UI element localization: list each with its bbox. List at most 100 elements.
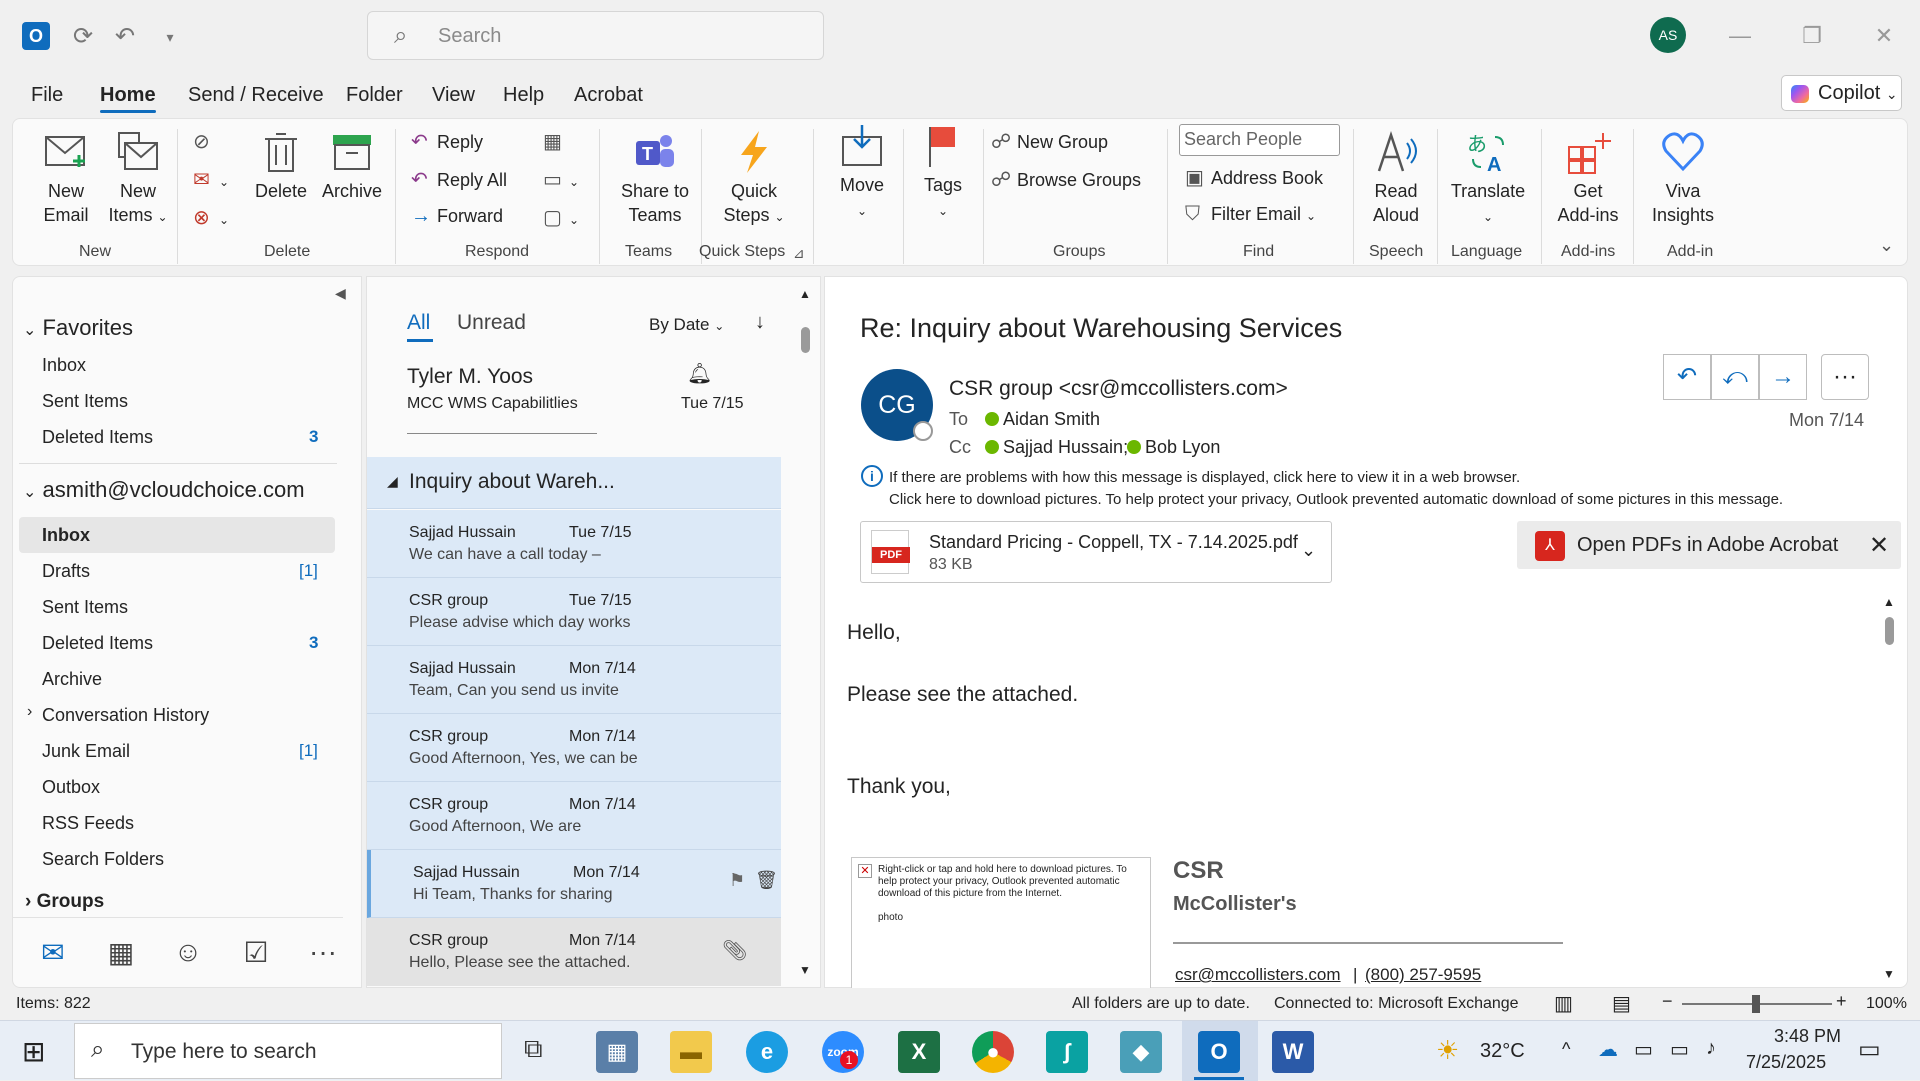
zoom-in-icon[interactable]: + [1836,991,1847,1012]
restore-icon[interactable]: ❐ [1792,16,1832,56]
cc-recipient-2[interactable]: Bob Lyon [1145,437,1220,458]
forward-action-button[interactable]: → [1759,354,1807,400]
collapse-pane-icon[interactable]: ◀ [335,285,346,302]
new-email-button[interactable]: New Email [33,129,99,227]
menu-view[interactable]: View [432,84,475,107]
edge-icon[interactable]: e [746,1031,788,1073]
calendar-icon[interactable]: ▦ [103,936,139,972]
folder-search-folders[interactable]: Search Folders [42,849,164,870]
translate-button[interactable]: あA Translate ⌄ [1445,129,1531,229]
chevron-down-icon[interactable]: ⌄ [1301,540,1316,561]
sort-dropdown[interactable]: By Date ⌄ [649,315,724,335]
viva-insights-button[interactable]: Viva Insights [1643,129,1723,227]
blocked-image[interactable]: ✕ Right-click or tap and hold here to do… [851,857,1151,989]
copilot-button[interactable]: Copilot ⌄ [1781,75,1902,111]
fav-deleted-items[interactable]: Deleted Items [42,427,153,448]
groups-header[interactable]: › Groups [25,891,104,913]
account-avatar[interactable]: AS [1650,17,1686,53]
delete-button[interactable]: Delete [251,129,311,203]
signature-email-link[interactable]: csr@mccollisters.com [1175,965,1341,985]
search-box[interactable]: ⌕ Search [367,11,824,60]
move-button[interactable]: Move ⌄ [827,123,897,223]
file-explorer-icon[interactable]: ▬ [670,1031,712,1073]
favorites-header[interactable]: ⌄ Favorites [23,315,133,341]
word-icon[interactable]: W [1272,1031,1314,1073]
reading-view-icon[interactable]: ▤ [1612,991,1631,1016]
menu-send-receive[interactable]: Send / Receive [188,84,324,107]
signature-phone-link[interactable]: (800) 257-9595 [1365,965,1481,985]
trash-icon[interactable]: 🗑︎ [755,870,778,891]
more-actions-button[interactable]: ··· [1821,354,1869,400]
reply-all-action-button[interactable]: ⤺ [1711,354,1759,400]
list-item[interactable]: Sajjad Hussain Mon 7/14 Team, Can you send… [367,646,781,714]
thread-header[interactable]: ◢ Inquiry about Wareh... [367,457,781,509]
info-banner-2[interactable]: Click here to download pictures. To help… [889,491,1783,508]
menu-home[interactable]: Home [100,84,156,107]
folder-outbox[interactable]: Outbox [42,777,100,798]
reply-action-button[interactable]: ↶ [1663,354,1711,400]
share-to-teams-button[interactable]: T Share to Teams [615,129,695,227]
more-respond-button[interactable]: ▢ ⌄ [543,205,579,230]
tags-button[interactable]: Tags ⌄ [911,123,975,223]
calculator-icon[interactable]: ▦ [596,1031,638,1073]
chevron-right-icon[interactable]: › [27,703,32,721]
quick-steps-button[interactable]: Quick Steps ⌄ [717,129,791,229]
network-icon[interactable]: ▭ [1670,1037,1689,1062]
menu-file[interactable]: File [31,84,63,107]
reply-button[interactable]: ↶ Reply [411,129,483,154]
undo-icon[interactable]: ↶ [110,22,140,52]
list-item[interactable]: Sajjad Hussain Mon 7/14 Hi Team, Thanks fo… [367,850,781,918]
to-recipient[interactable]: Aidan Smith [1003,409,1100,430]
list-item[interactable]: CSR group Tue 7/15 Please advise which day… [367,578,781,646]
tray-expand-icon[interactable]: ^ [1562,1039,1570,1060]
address-book-button[interactable]: ▣ Address Book [1185,165,1323,190]
customize-toolbar-icon[interactable]: ▾ [155,22,185,52]
get-addins-button[interactable]: Get Add-ins [1551,129,1625,227]
forward-button[interactable]: → Forward [411,205,503,228]
zoom-slider[interactable] [1682,995,1832,1013]
app-icon[interactable]: ʃ [1046,1031,1088,1073]
cleanup-button[interactable]: ✉ ⌄ [193,167,229,192]
outlook-taskbar-icon[interactable]: O [1198,1031,1240,1073]
chrome-icon[interactable]: ● [972,1031,1014,1073]
weather-icon[interactable]: ☀ [1436,1035,1459,1066]
menu-help[interactable]: Help [503,84,544,107]
zoom-out-icon[interactable]: − [1662,991,1673,1012]
windows-start-icon[interactable]: ⊞ [22,1035,45,1068]
search-people-input[interactable]: Search People [1179,124,1340,156]
folder-rss-feeds[interactable]: RSS Feeds [42,813,134,834]
tab-all[interactable]: All [407,311,430,335]
ignore-button[interactable]: ⊘ [193,129,219,154]
people-icon[interactable]: ☺ [170,936,206,972]
reading-scrollbar[interactable]: ▲ ▼ [1881,595,1897,985]
dialog-launcher-icon[interactable]: ⊿ [793,245,805,262]
volume-icon[interactable]: ♪ [1706,1037,1716,1060]
flag-icon[interactable]: ⚑ [729,870,745,891]
temperature[interactable]: 32°C [1480,1040,1525,1063]
clock-date[interactable]: 7/25/2025 [1746,1052,1826,1073]
list-item[interactable]: CSR group Mon 7/14 Hello, Please see the a… [367,918,781,986]
info-banner-1[interactable]: If there are problems with how this mess… [889,469,1520,486]
app-icon-2[interactable]: ◆ [1120,1031,1162,1073]
minimize-icon[interactable]: — [1720,16,1760,56]
folder-drafts[interactable]: Drafts [42,561,90,582]
menu-acrobat[interactable]: Acrobat [574,84,643,107]
list-item[interactable]: CSR group Mon 7/14 Good Afternoon, We are [367,782,781,850]
new-items-button[interactable]: New Items ⌄ [103,129,173,229]
collapse-ribbon-icon[interactable]: ⌄ [1879,235,1894,256]
cc-recipient-1[interactable]: Sajjad Hussain; [1003,437,1128,458]
list-item[interactable]: CSR group Mon 7/14 Good Afternoon, Yes, we… [367,714,781,782]
new-group-button[interactable]: ☍ New Group [991,129,1108,154]
taskbar-search[interactable]: ⌕ Type here to search [74,1023,502,1079]
task-view-icon[interactable]: ⧉ [524,1033,543,1065]
sync-icon[interactable]: ⟳ [68,22,98,52]
filter-email-button[interactable]: ⛉ Filter Email ⌄ [1185,203,1316,226]
fav-inbox[interactable]: Inbox [42,355,86,376]
list-scrollbar[interactable]: ▲ ▼ [797,287,813,979]
mail-icon[interactable]: ✉ [35,936,71,972]
sort-direction-icon[interactable]: ↓ [755,311,765,334]
browse-groups-button[interactable]: ☍ Browse Groups [991,167,1141,192]
battery-icon[interactable]: ▭ [1634,1037,1653,1062]
normal-view-icon[interactable]: ▥ [1554,991,1573,1016]
more-apps-icon[interactable]: ··· [305,936,341,972]
